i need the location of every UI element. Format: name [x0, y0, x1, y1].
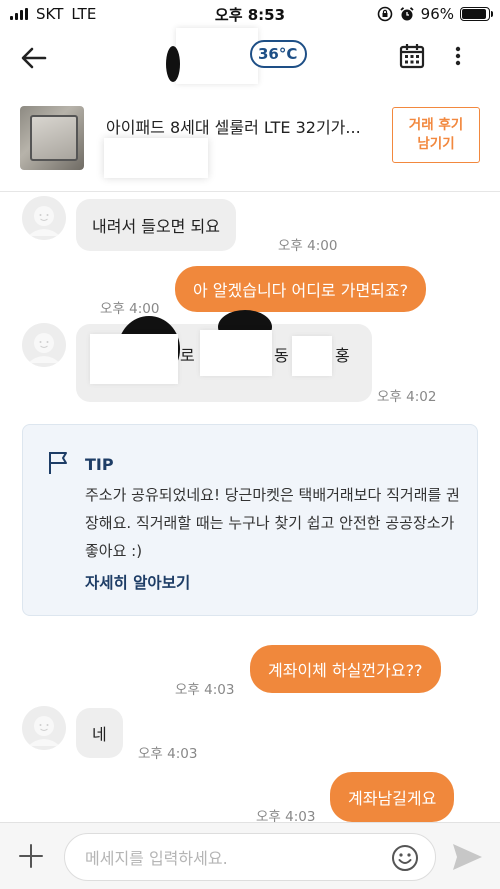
write-review-label: 거래 후기 남기기 — [408, 117, 464, 152]
message-time: 오후 4:03 — [175, 682, 235, 698]
plus-icon[interactable] — [18, 843, 44, 869]
message-text: 계좌이체 하실껀가요?? — [268, 661, 423, 680]
message-input-wrapper[interactable] — [64, 833, 436, 881]
product-summary[interactable]: 아이패드 8세대 셀룰러 LTE 32기가... 거래 후기 남기기 — [0, 86, 500, 192]
rotation-lock-icon — [377, 6, 392, 22]
message-bubble-incoming: 네 — [76, 708, 123, 758]
message-time: 오후 4:03 — [138, 746, 198, 762]
message-bubble-outgoing: 아 알겠습니다 어디로 가면되죠? — [175, 266, 427, 312]
product-title[interactable]: 아이패드 8세대 셀룰러 LTE 32기가... — [106, 114, 361, 138]
message-bubble-incoming: 내려서 들오면 되요 — [76, 199, 236, 251]
avatar[interactable] — [22, 323, 66, 367]
message-text-fragment: 동 — [274, 346, 289, 365]
send-icon[interactable] — [450, 841, 484, 873]
more-options-icon[interactable] — [448, 42, 468, 70]
write-review-button[interactable]: 거래 후기 남기기 — [392, 107, 480, 163]
status-right: 96% — [377, 5, 493, 23]
message-composer — [0, 822, 500, 889]
redacted-price — [104, 138, 208, 178]
avatar[interactable] — [22, 196, 66, 240]
message-time: 오후 4:00 — [278, 238, 338, 254]
message-input[interactable] — [85, 846, 385, 870]
redacted-text — [292, 336, 332, 376]
message-bubble-outgoing: 계좌남길게요 — [330, 772, 455, 822]
message-text-fragment: 로 — [180, 346, 195, 365]
battery-percent: 96% — [420, 5, 454, 23]
message-bubble-outgoing: 계좌이체 하실껀가요?? — [250, 645, 441, 693]
flag-icon — [49, 452, 67, 474]
message-text: 내려서 들오면 되요 — [92, 217, 220, 236]
message-text: 아 알겠습니다 어디로 가면되죠? — [193, 281, 409, 300]
message-time: 오후 4:02 — [377, 389, 437, 405]
redacted-text — [90, 334, 178, 384]
battery-icon — [460, 7, 493, 21]
redacted-text — [200, 330, 272, 376]
status-bar: SKT LTE 오후 8:53 96% — [0, 0, 500, 28]
tip-body: 주소가 공유되었네요! 당근마켓은 택배거래보다 직거래를 권장해요. 직거래할… — [85, 486, 460, 560]
alarm-icon — [400, 7, 414, 21]
tip-card: TIP 주소가 공유되었네요! 당근마켓은 택배거래보다 직거래를 권장해요. … — [22, 424, 478, 616]
redacted-user-name — [166, 28, 258, 84]
manner-temperature-badge: 36°C — [250, 40, 308, 68]
calendar-icon[interactable] — [398, 42, 426, 70]
message-time: 오후 4:00 — [100, 301, 160, 317]
product-thumbnail[interactable] — [20, 106, 84, 170]
message-text: 계좌남길게요 — [348, 789, 437, 808]
emoji-icon[interactable] — [391, 844, 419, 872]
message-text-fragment: 홍 — [335, 346, 350, 365]
tip-more-link[interactable]: 자세히 알아보기 — [85, 571, 190, 593]
avatar[interactable] — [22, 706, 66, 750]
message-text: 네 — [92, 725, 107, 744]
tip-label: TIP — [85, 455, 114, 474]
back-arrow-icon[interactable] — [18, 42, 50, 74]
chat-header: 36°C — [0, 28, 500, 86]
